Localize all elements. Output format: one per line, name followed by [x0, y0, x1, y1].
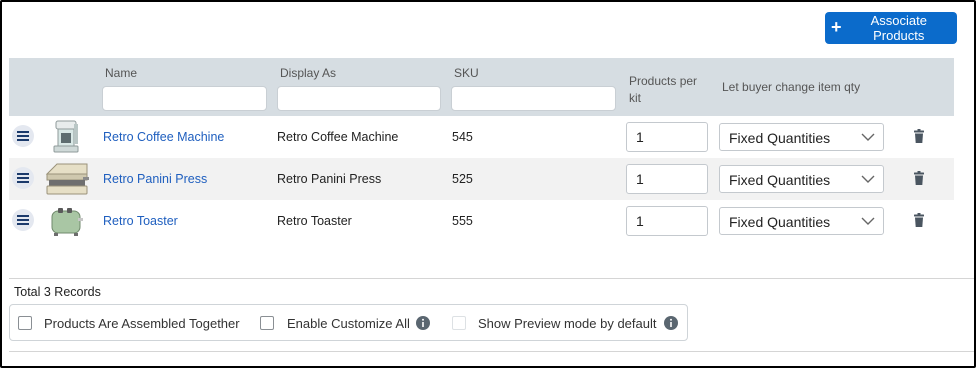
enable-customize-checkbox[interactable]: [260, 316, 274, 330]
column-header-sku: SKU: [454, 66, 479, 80]
trash-icon[interactable]: [913, 129, 925, 143]
associate-products-label: Associate Products: [870, 13, 927, 43]
table-row: Retro Coffee Machine Retro Coffee Machin…: [9, 116, 954, 158]
product-name-link[interactable]: Retro Panini Press: [103, 172, 207, 186]
sku-value: 555: [452, 214, 473, 228]
drag-handle-icon[interactable]: [12, 209, 34, 231]
qty-mode-value: Fixed Quantities: [729, 130, 831, 146]
chevron-down-icon: [861, 133, 875, 141]
plus-icon: +: [831, 17, 842, 37]
display-as-value: Retro Panini Press: [277, 172, 382, 186]
coffee-machine-icon: [43, 118, 91, 156]
panini-press-icon: [43, 160, 91, 198]
display-as-value: Retro Toaster: [277, 214, 352, 228]
associated-products-panel: + Associate Products Name Display As SKU…: [0, 0, 976, 368]
associate-products-button[interactable]: + Associate Products: [825, 12, 957, 44]
sku-value: 545: [452, 130, 473, 144]
products-per-kit-input[interactable]: [626, 206, 708, 236]
table-header: Name Display As SKU Products per kit Let…: [9, 58, 954, 116]
info-icon[interactable]: [664, 316, 678, 330]
drag-handle-icon[interactable]: [12, 125, 34, 147]
column-header-products-per-kit: Products per kit: [629, 74, 698, 105]
qty-mode-select[interactable]: Fixed Quantities: [719, 207, 884, 235]
table-row: Retro Toaster Retro Toaster 555 Fixed Qu…: [9, 200, 954, 242]
divider: [9, 278, 974, 279]
show-preview-label: Show Preview mode by default: [478, 316, 657, 331]
column-header-display-as: Display As: [280, 66, 337, 80]
assembled-together-checkbox[interactable]: [18, 316, 32, 330]
chevron-down-icon: [861, 175, 875, 183]
qty-mode-value: Fixed Quantities: [729, 172, 831, 188]
trash-icon[interactable]: [913, 213, 925, 227]
qty-mode-select[interactable]: Fixed Quantities: [719, 165, 884, 193]
show-preview-checkbox[interactable]: [452, 316, 466, 330]
divider: [9, 351, 974, 352]
column-header-name: Name: [105, 66, 138, 80]
qty-mode-value: Fixed Quantities: [729, 214, 831, 230]
product-name-link[interactable]: Retro Toaster: [103, 214, 178, 228]
drag-handle-icon[interactable]: [12, 167, 34, 189]
qty-mode-select[interactable]: Fixed Quantities: [719, 123, 884, 151]
options-box: Products Are Assembled Together Enable C…: [9, 304, 688, 341]
display-as-value: Retro Coffee Machine: [277, 130, 399, 144]
name-filter-input[interactable]: [102, 86, 267, 111]
total-records: Total 3 Records: [14, 285, 101, 299]
table-row: Retro Panini Press Retro Panini Press 52…: [9, 158, 954, 200]
column-header-let-buyer-change: Let buyer change item qty: [722, 80, 861, 94]
products-per-kit-input[interactable]: [626, 122, 708, 152]
enable-customize-label: Enable Customize All: [287, 316, 410, 331]
info-icon[interactable]: [416, 316, 430, 330]
display-as-filter-input[interactable]: [277, 86, 441, 111]
sku-filter-input[interactable]: [451, 86, 616, 111]
assembled-together-label: Products Are Assembled Together: [44, 316, 240, 331]
sku-value: 525: [452, 172, 473, 186]
trash-icon[interactable]: [913, 171, 925, 185]
chevron-down-icon: [861, 217, 875, 225]
products-per-kit-input[interactable]: [626, 164, 708, 194]
toaster-icon: [43, 202, 91, 240]
product-name-link[interactable]: Retro Coffee Machine: [103, 130, 224, 144]
